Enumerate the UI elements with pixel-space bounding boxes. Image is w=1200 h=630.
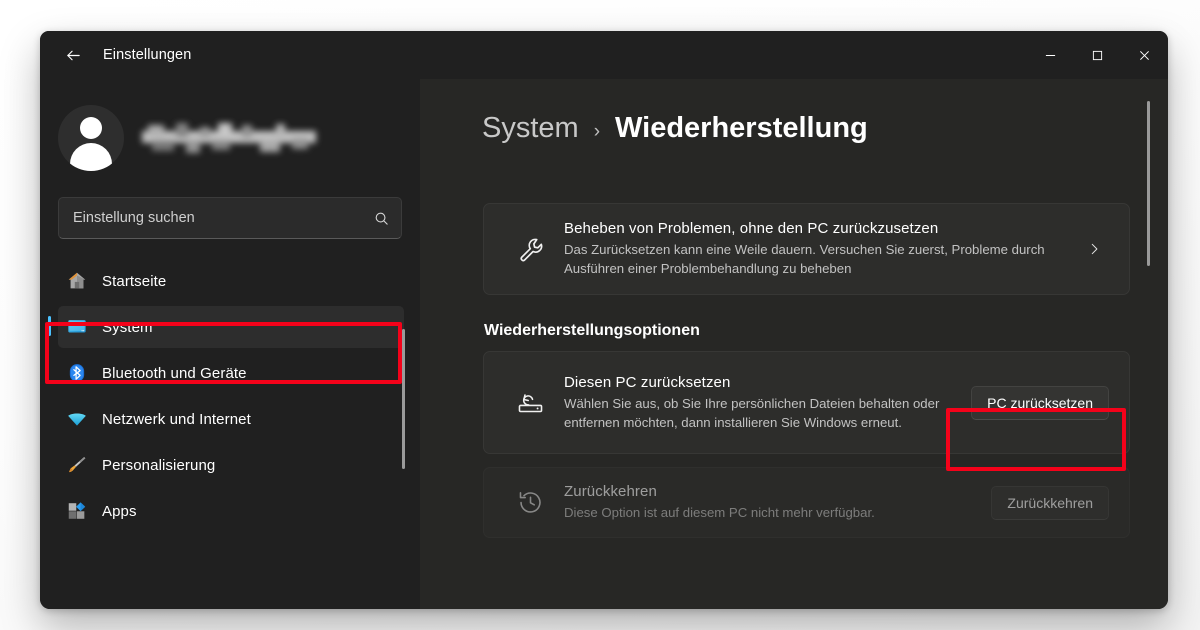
troubleshoot-card-subtitle: Das Zurücksetzen kann eine Weile dauern.… xyxy=(564,242,1045,276)
sidebar-item-startseite[interactable]: Startseite xyxy=(58,260,404,302)
avatar xyxy=(58,105,124,171)
main-content: System › Wiederherstellung Beheben von P… xyxy=(420,79,1168,609)
reset-pc-card: Diesen PC zurücksetzen Wählen Sie aus, o… xyxy=(483,351,1130,454)
breadcrumb: System › Wiederherstellung xyxy=(482,112,1168,156)
sidebar-item-label: Personalisierung xyxy=(102,456,216,474)
search-input[interactable] xyxy=(59,210,361,226)
home-icon xyxy=(58,270,96,292)
breadcrumb-separator: › xyxy=(593,121,601,142)
go-back-button: Zurückkehren xyxy=(991,485,1109,520)
reset-pc-icon xyxy=(506,389,554,416)
reset-pc-card-body: Diesen PC zurücksetzen Wählen Sie aus, o… xyxy=(554,374,971,432)
minimize-icon xyxy=(1045,54,1056,56)
troubleshoot-card[interactable]: Beheben von Problemen, ohne den PC zurüc… xyxy=(483,203,1130,295)
chevron-right-icon xyxy=(1079,242,1109,256)
go-back-card: Zurückkehren Diese Option ist auf diesem… xyxy=(483,467,1130,538)
sidebar-nav: Startseite System Bluetooth und Geräte N… xyxy=(40,260,420,532)
maximize-button[interactable] xyxy=(1074,31,1121,79)
reset-pc-card-subtitle: Wählen Sie aus, ob Sie Ihre persönlichen… xyxy=(564,395,940,430)
back-button[interactable] xyxy=(53,39,93,71)
maximize-icon xyxy=(1092,50,1103,60)
bluetooth-icon xyxy=(58,362,96,384)
monitor-icon xyxy=(58,316,96,338)
go-back-card-title: Zurückkehren xyxy=(564,483,657,500)
go-back-card-body: Zurückkehren Diese Option ist auf diesem… xyxy=(554,483,991,522)
window-controls xyxy=(1027,31,1168,79)
close-button[interactable] xyxy=(1121,31,1168,79)
account-profile[interactable] xyxy=(58,103,420,173)
reset-pc-button[interactable]: PC zurücksetzen xyxy=(971,385,1109,420)
sidebar-item-label: Bluetooth und Geräte xyxy=(102,364,247,382)
sidebar-item-system[interactable]: System xyxy=(48,306,404,348)
sidebar-item-label: Startseite xyxy=(102,272,167,290)
wifi-icon xyxy=(58,408,96,430)
sidebar-item-personalisierung[interactable]: Personalisierung xyxy=(58,444,404,486)
page-title: Wiederherstellung xyxy=(615,112,868,144)
settings-list: Beheben von Problemen, ohne den PC zurüc… xyxy=(420,203,1168,609)
close-icon xyxy=(1140,50,1149,60)
app-title: Einstellungen xyxy=(103,47,192,63)
main-scrollbar[interactable] xyxy=(1147,101,1150,266)
minimize-button[interactable] xyxy=(1027,31,1074,79)
sidebar: Startseite xyxy=(40,79,420,609)
section-title: Wiederherstellungsoptionen xyxy=(484,322,700,339)
troubleshoot-card-title: Beheben von Problemen, ohne den PC zurüc… xyxy=(564,220,939,237)
wrench-icon xyxy=(506,236,554,263)
go-back-card-subtitle: Diese Option ist auf diesem PC nicht meh… xyxy=(564,505,875,520)
history-rewind-icon xyxy=(506,489,554,516)
account-name-redacted xyxy=(142,123,318,153)
settings-window: Einstellungen Einstellung suchen Startse… xyxy=(40,31,1168,609)
search-icon xyxy=(361,211,401,226)
sidebar-item-label: Apps xyxy=(102,502,137,520)
breadcrumb-parent[interactable]: System xyxy=(482,112,579,145)
reset-pc-card-title: Diesen PC zurücksetzen xyxy=(564,373,731,391)
sidebar-scrollbar[interactable] xyxy=(402,329,405,469)
sidebar-item-netzwerk[interactable]: Netzwerk und Internet xyxy=(58,398,404,440)
sidebar-item-bluetooth[interactable]: Bluetooth und Geräte xyxy=(58,352,404,394)
sidebar-item-label: System xyxy=(102,318,153,336)
paintbrush-icon xyxy=(58,454,96,476)
sidebar-item-label: Netzwerk und Internet xyxy=(102,410,251,428)
search-box[interactable] xyxy=(58,197,402,239)
troubleshoot-card-body: Beheben von Problemen, ohne den PC zurüc… xyxy=(554,220,1079,278)
title-bar: Einstellungen xyxy=(40,31,1168,79)
apps-icon xyxy=(58,500,96,522)
back-arrow-icon xyxy=(66,50,80,60)
sidebar-item-apps[interactable]: Apps xyxy=(58,490,404,532)
